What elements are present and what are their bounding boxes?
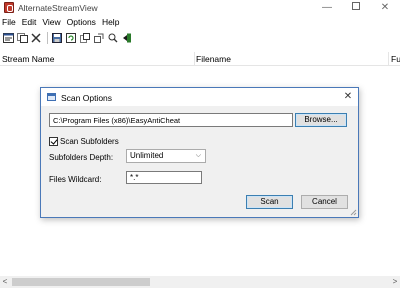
menu-help[interactable]: Help [99,16,122,29]
chevron-down-icon: ⌵ [195,152,201,159]
browse-button[interactable]: Browse... [295,113,347,127]
dialog-title-bar: Scan Options ✕ [41,88,358,106]
scroll-thumb[interactable] [12,278,150,286]
title-bar: AlternateStreamView — ✕ [0,0,400,16]
menu-edit[interactable]: Edit [19,16,40,29]
scan-button[interactable]: Scan [246,195,293,209]
resize-grip-icon[interactable] [349,208,357,216]
scan-subfolders-label: Scan Subfolders [60,136,119,146]
column-divider[interactable] [194,52,195,66]
list-header: Stream Name Filename Fu [0,52,400,66]
maximize-button[interactable] [341,0,371,16]
subfolders-depth-label: Subfolders Depth: [49,153,114,162]
save-icon[interactable] [51,32,63,44]
menu-view[interactable]: View [39,16,63,29]
menu-file[interactable]: File [0,16,19,29]
extract-icon[interactable] [79,32,91,44]
subfolders-depth-select[interactable]: Unlimited ⌵ [126,149,206,163]
close-button[interactable]: ✕ [370,0,400,16]
files-wildcard-label: Files Wildcard: [49,175,102,184]
scan-subfolders-row[interactable]: Scan Subfolders [49,136,119,146]
column-divider[interactable] [388,52,389,66]
scroll-left-arrow[interactable]: < [0,276,10,288]
column-full-path[interactable]: Fu [391,53,400,65]
app-icon [4,2,14,13]
folder-path-input[interactable] [49,113,293,127]
scroll-right-arrow[interactable]: > [390,276,400,288]
minimize-button[interactable]: — [312,0,342,16]
column-stream-name[interactable]: Stream Name [2,53,54,65]
menu-options[interactable]: Options [64,16,99,29]
maximize-icon [352,2,360,11]
refresh-icon[interactable] [65,32,77,44]
column-filename[interactable]: Filename [196,53,231,65]
subfolders-depth-value: Unlimited [130,151,164,160]
scan-subfolders-checkbox[interactable] [49,136,58,146]
files-wildcard-input[interactable] [126,171,202,184]
exit-icon[interactable] [121,32,133,44]
horizontal-scrollbar[interactable]: < > [0,276,400,288]
html-report-icon[interactable] [93,32,105,44]
copy-icon[interactable] [16,32,28,44]
dialog-close-button[interactable]: ✕ [340,89,356,105]
find-icon[interactable] [107,32,119,44]
toolbar [0,29,400,46]
properties-icon[interactable] [2,32,14,44]
toolbar-separator [47,31,48,44]
window-title: AlternateStreamView [18,3,98,13]
scan-options-dialog: Scan Options ✕ Browse... Scan Subfolders… [40,87,359,218]
menu-bar: File Edit View Options Help [0,16,400,29]
dialog-title: Scan Options [61,93,113,103]
delete-icon[interactable] [30,32,42,44]
dialog-window-icon [47,93,56,101]
cancel-button[interactable]: Cancel [301,195,348,209]
